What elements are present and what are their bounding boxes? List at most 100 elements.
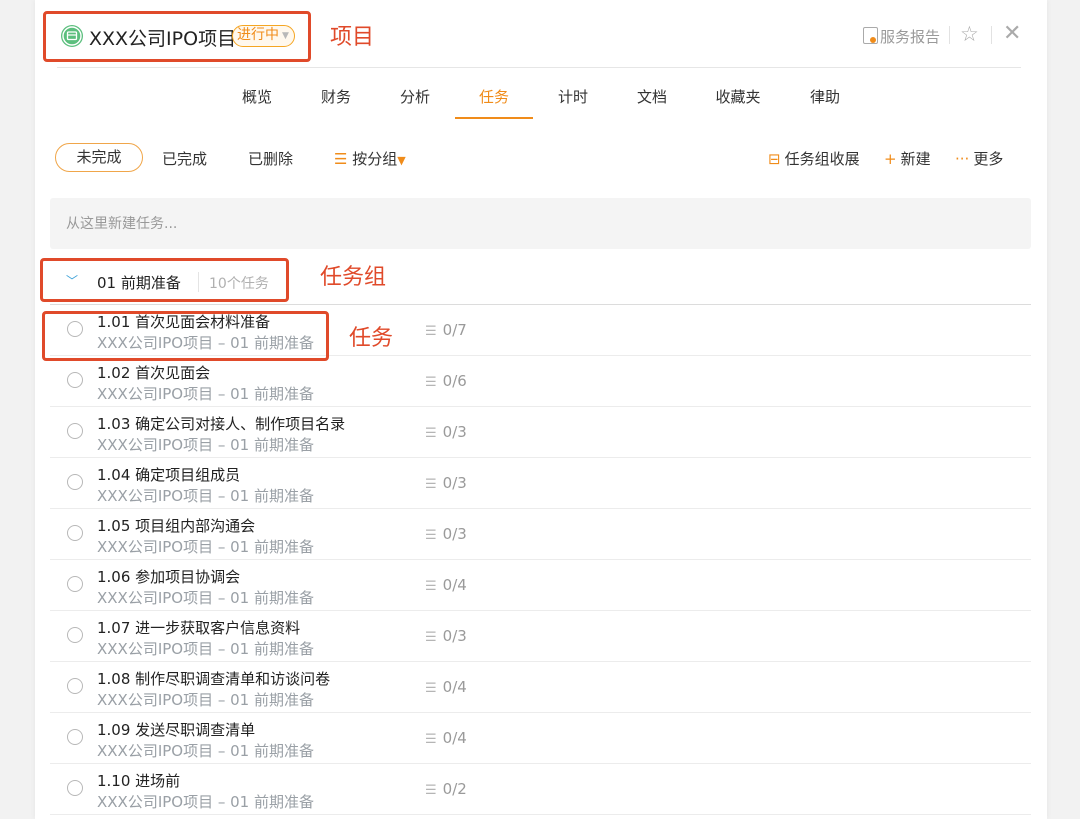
annotation-box-project [43, 11, 311, 62]
subtask-progress: ☰ 0/4 [425, 576, 467, 594]
checklist-icon: ☰ [425, 324, 437, 339]
task-row[interactable]: 1.06 参加项目协调会 XXX公司IPO项目 – 01 前期准备 ☰ 0/4 [50, 560, 1031, 611]
complete-checkbox[interactable] [67, 423, 83, 439]
filter-incomplete[interactable]: 未完成 [55, 143, 143, 172]
task-title: 1.05 项目组内部沟通会 [97, 517, 256, 535]
subtask-count: 0/3 [442, 627, 467, 645]
annotation-label-task-group: 任务组 [320, 265, 387, 290]
tab-finance[interactable]: 财务 [321, 86, 351, 107]
task-subtitle: XXX公司IPO项目 – 01 前期准备 [97, 742, 314, 760]
subtask-count: 0/7 [442, 321, 467, 339]
complete-checkbox[interactable] [67, 729, 83, 745]
annotation-box-task [42, 311, 329, 361]
subtask-progress: ☰ 0/2 [425, 780, 467, 798]
collapse-groups-button[interactable]: ⊟ 任务组收展 [768, 148, 860, 169]
task-title: 1.02 首次见面会 [97, 364, 211, 382]
task-list: 1.01 首次见面会材料准备 XXX公司IPO项目 – 01 前期准备 ☰ 0/7… [50, 305, 1031, 815]
checklist-icon: ☰ [425, 783, 437, 798]
report-doc-icon [863, 27, 878, 44]
more-label: 更多 [973, 150, 1004, 168]
task-subtitle: XXX公司IPO项目 – 01 前期准备 [97, 436, 314, 454]
task-title: 1.10 进场前 [97, 772, 181, 790]
annotation-box-task-group [40, 258, 289, 302]
tab-favorites[interactable]: 收藏夹 [715, 86, 760, 107]
task-row[interactable]: 1.03 确定公司对接人、制作项目名录 XXX公司IPO项目 – 01 前期准备… [50, 407, 1031, 458]
task-row[interactable]: 1.08 制作尽职调查清单和访谈问卷 XXX公司IPO项目 – 01 前期准备 … [50, 662, 1031, 713]
task-row[interactable]: 1.02 首次见面会 XXX公司IPO项目 – 01 前期准备 ☰ 0/6 [50, 356, 1031, 407]
task-title: 1.08 制作尽职调查清单和访谈问卷 [97, 670, 331, 688]
collapse-icon: ⊟ [768, 150, 781, 168]
task-row[interactable]: 1.09 发送尽职调查清单 XXX公司IPO项目 – 01 前期准备 ☰ 0/4 [50, 713, 1031, 764]
project-panel: XXX公司IPO项目 进行中 ▼ 服务报告 ☆ ✕ 项目 概览 财务 分析 任务 … [35, 0, 1047, 819]
tab-documents[interactable]: 文档 [637, 86, 667, 107]
new-task-input[interactable] [50, 198, 1031, 249]
checklist-icon: ☰ [425, 426, 437, 441]
plus-icon: + [884, 150, 897, 168]
header-divider [949, 26, 950, 44]
service-report-label: 服务报告 [880, 28, 941, 46]
collapse-groups-label: 任务组收展 [784, 150, 860, 168]
header-divider [991, 26, 992, 44]
checklist-icon: ☰ [425, 528, 437, 543]
task-title: 1.03 确定公司对接人、制作项目名录 [97, 415, 346, 433]
complete-checkbox[interactable] [67, 525, 83, 541]
complete-checkbox[interactable] [67, 474, 83, 490]
subtask-count: 0/4 [442, 576, 467, 594]
task-title: 1.06 参加项目协调会 [97, 568, 241, 586]
more-button[interactable]: ··· 更多 [955, 148, 1003, 169]
service-report-button[interactable]: 服务报告 [863, 26, 940, 47]
complete-checkbox[interactable] [67, 372, 83, 388]
ellipsis-icon: ··· [955, 150, 970, 168]
tab-tasks[interactable]: 任务 [479, 86, 509, 107]
task-subtitle: XXX公司IPO项目 – 01 前期准备 [97, 691, 314, 709]
filter-completed[interactable]: 已完成 [162, 148, 207, 169]
tab-timing[interactable]: 计时 [558, 86, 588, 107]
task-row[interactable]: 1.07 进一步获取客户信息资料 XXX公司IPO项目 – 01 前期准备 ☰ 0… [50, 611, 1031, 662]
subtask-progress: ☰ 0/3 [425, 474, 467, 492]
close-icon[interactable]: ✕ [1003, 21, 1021, 46]
annotation-label-task: 任务 [349, 326, 394, 351]
complete-checkbox[interactable] [67, 678, 83, 694]
subtask-progress: ☰ 0/7 [425, 321, 467, 339]
subtask-count: 0/2 [442, 780, 467, 798]
new-button[interactable]: + 新建 [884, 148, 931, 169]
task-subtitle: XXX公司IPO项目 – 01 前期准备 [97, 793, 314, 811]
tab-overview[interactable]: 概览 [242, 86, 272, 107]
subtask-progress: ☰ 0/4 [425, 729, 467, 747]
task-title: 1.04 确定项目组成员 [97, 466, 241, 484]
complete-checkbox[interactable] [67, 627, 83, 643]
subtask-count: 0/4 [442, 729, 467, 747]
group-by-dropdown[interactable]: ☰ 按分组▼ [334, 148, 406, 169]
task-subtitle: XXX公司IPO项目 – 01 前期准备 [97, 385, 314, 403]
task-title: 1.07 进一步获取客户信息资料 [97, 619, 301, 637]
annotation-label-project: 项目 [330, 25, 375, 50]
task-subtitle: XXX公司IPO项目 – 01 前期准备 [97, 487, 314, 505]
task-row[interactable]: 1.05 项目组内部沟通会 XXX公司IPO项目 – 01 前期准备 ☰ 0/3 [50, 509, 1031, 560]
task-row[interactable]: 1.04 确定项目组成员 XXX公司IPO项目 – 01 前期准备 ☰ 0/3 [50, 458, 1031, 509]
complete-checkbox[interactable] [67, 780, 83, 796]
checklist-icon: ☰ [425, 630, 437, 645]
subtask-progress: ☰ 0/3 [425, 525, 467, 543]
task-title: 1.09 发送尽职调查清单 [97, 721, 256, 739]
subtask-progress: ☰ 0/3 [425, 423, 467, 441]
subtask-progress: ☰ 0/3 [425, 627, 467, 645]
caret-down-icon: ▼ [397, 154, 406, 167]
subtask-count: 0/4 [442, 678, 467, 696]
tab-analysis[interactable]: 分析 [400, 86, 430, 107]
complete-checkbox[interactable] [67, 576, 83, 592]
tab-bar: 概览 财务 分析 任务 计时 文档 收藏夹 律助 [35, 86, 1047, 120]
star-icon[interactable]: ☆ [960, 22, 979, 46]
filter-deleted[interactable]: 已删除 [248, 148, 293, 169]
task-row[interactable]: 1.10 进场前 XXX公司IPO项目 – 01 前期准备 ☰ 0/2 [50, 764, 1031, 815]
task-subtitle: XXX公司IPO项目 – 01 前期准备 [97, 640, 314, 658]
subtask-count: 0/3 [442, 474, 467, 492]
group-by-label: 按分组 [352, 150, 398, 168]
tab-legal-assistant[interactable]: 律助 [810, 86, 840, 107]
subtask-count: 0/3 [442, 525, 467, 543]
checklist-icon: ☰ [425, 477, 437, 492]
subtask-progress: ☰ 0/6 [425, 372, 467, 390]
task-subtitle: XXX公司IPO项目 – 01 前期准备 [97, 538, 314, 556]
new-label: 新建 [900, 150, 931, 168]
subtask-count: 0/6 [442, 372, 467, 390]
list-icon: ☰ [334, 150, 348, 168]
